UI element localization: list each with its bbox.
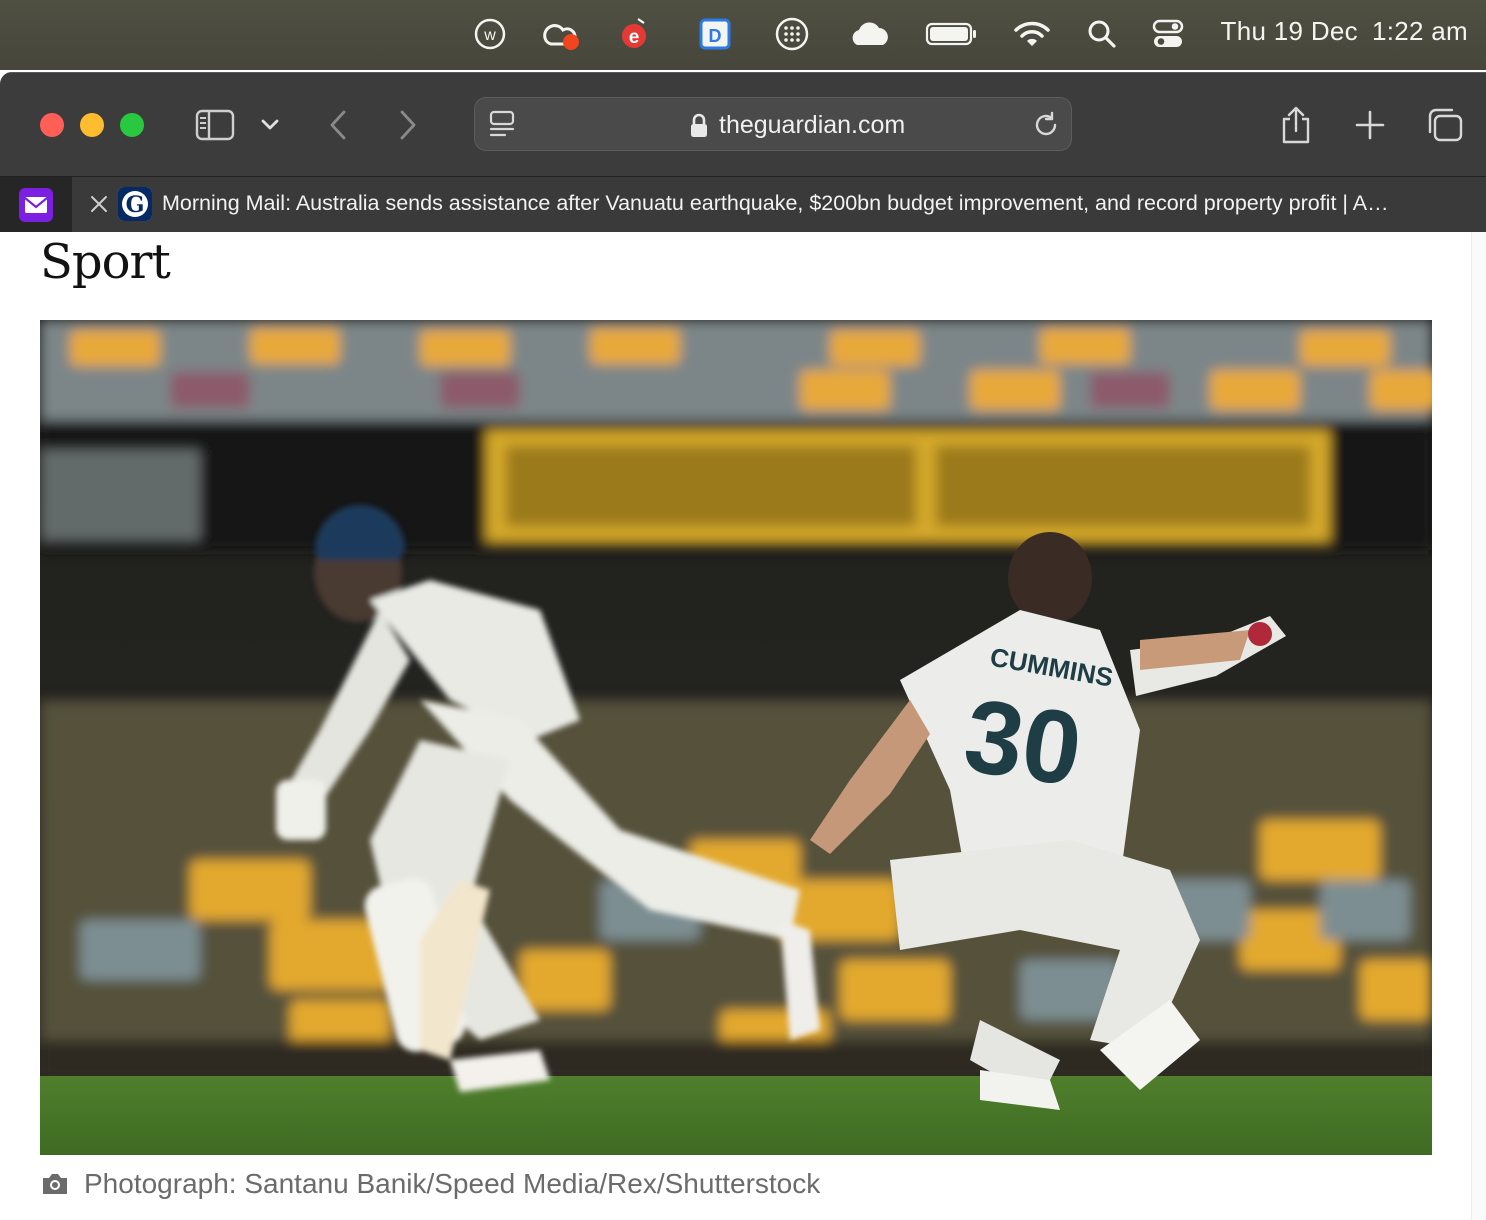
url-display[interactable]: theguardian.com (689, 111, 905, 140)
address-bar[interactable]: theguardian.com (474, 97, 1072, 151)
caption-text: Photograph: Santanu Banik/Speed Media/Re… (84, 1168, 821, 1199)
w-circle-icon[interactable]: w (470, 14, 510, 54)
menu-bar: w e D Thu 19 Dec 1:22 am (0, 0, 1486, 70)
e-badge-icon[interactable]: e (616, 14, 652, 54)
player-number-text: 30 (958, 678, 1089, 809)
pinned-tab-mail[interactable] (0, 177, 73, 233)
reload-icon[interactable] (1031, 110, 1061, 145)
tab-active[interactable]: G Morning Mail: Australia sends assistan… (72, 177, 1486, 233)
browser-toolbar: theguardian.com (0, 72, 1486, 177)
clock-time: 1:22 am (1371, 16, 1468, 46)
close-icon[interactable] (86, 191, 112, 217)
sidebar-icon[interactable] (192, 103, 238, 147)
guardian-favicon-icon: G (118, 187, 152, 221)
tab-overview-icon[interactable] (1424, 103, 1466, 147)
cloud-icon[interactable] (846, 14, 894, 54)
close-window-button[interactable] (40, 113, 64, 137)
browser-window: theguardian.com G Morning Mail: Australi… (0, 72, 1486, 1220)
scrollbar[interactable] (1471, 232, 1486, 1220)
mail-icon (19, 188, 53, 222)
creative-cloud-icon[interactable] (536, 14, 584, 54)
camera-icon (43, 1174, 67, 1194)
battery-icon[interactable] (924, 14, 980, 54)
dash-icon[interactable]: D (696, 14, 734, 54)
lock-icon (691, 113, 707, 137)
page-menu-icon[interactable] (487, 108, 519, 145)
photo-caption: Photograph: Santanu Banik/Speed Media/Re… (40, 1168, 820, 1200)
page-content: Sport CUMMINS 30 Photograph: Santanu Ban… (0, 232, 1486, 1220)
section-title: Sport (40, 234, 171, 290)
article-photo[interactable]: CUMMINS 30 (40, 320, 1432, 1155)
zoom-window-button[interactable] (120, 113, 144, 137)
share-icon[interactable] (1276, 103, 1316, 147)
menubar-clock[interactable]: Thu 19 Dec 1:22 am (1207, 16, 1468, 47)
tab-title: Morning Mail: Australia sends assistance… (162, 191, 1389, 215)
minimize-window-button[interactable] (80, 113, 104, 137)
url-text: theguardian.com (719, 111, 906, 139)
new-tab-icon[interactable] (1350, 103, 1390, 147)
dots-grid-icon[interactable] (772, 14, 812, 54)
control-center-icon[interactable] (1148, 14, 1188, 54)
back-arrow-icon[interactable] (322, 103, 354, 147)
svg-text:D: D (709, 26, 722, 46)
wifi-icon[interactable] (1012, 14, 1052, 54)
svg-text:w: w (483, 27, 496, 44)
tab-bar: G Morning Mail: Australia sends assistan… (0, 176, 1486, 234)
search-icon[interactable] (1084, 14, 1120, 54)
svg-text:e: e (629, 27, 640, 48)
chevron-down-icon[interactable] (254, 103, 286, 147)
clock-date: Thu 19 Dec (1220, 16, 1358, 46)
svg-text:G: G (126, 192, 145, 218)
forward-arrow-icon[interactable] (392, 103, 424, 147)
